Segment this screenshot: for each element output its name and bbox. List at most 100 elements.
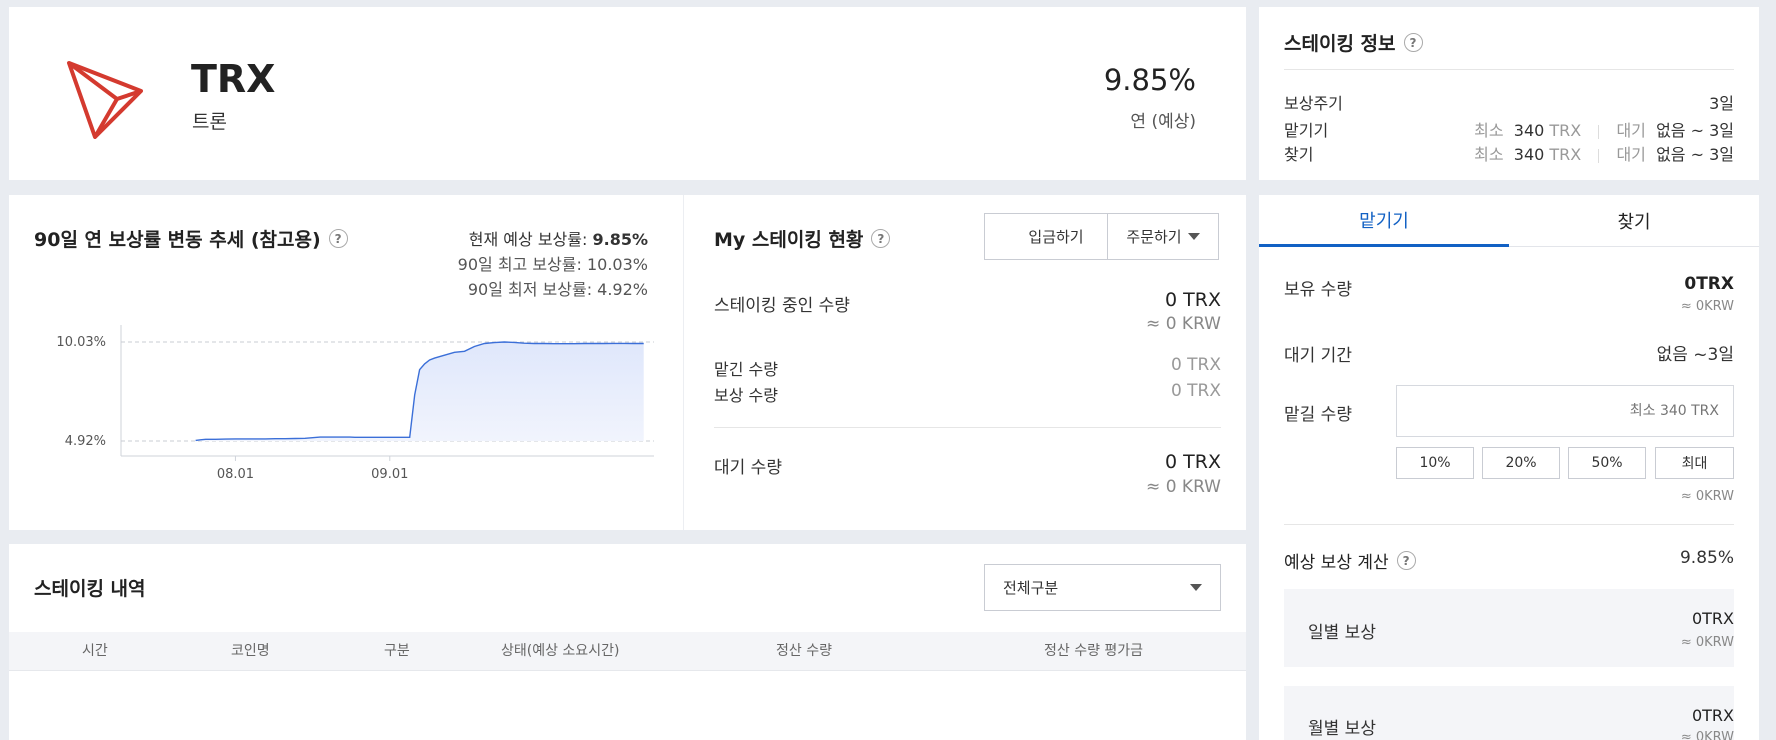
pct-max-label: 최대	[1681, 456, 1708, 472]
min-label: 최소	[1474, 121, 1504, 140]
coin-header: TRX 트론 9.85% 연 (예상)	[9, 7, 1246, 180]
my-staking-title: My 스테이킹 현황	[714, 229, 864, 251]
amount-label: 맡길 수량	[1284, 405, 1352, 425]
reward-value: 0 TRX	[1170, 381, 1221, 401]
trend-min: 90일 최저 보상률: 4.92%	[467, 280, 648, 299]
pct-max-button[interactable]: 최대	[1655, 447, 1734, 479]
order-dropdown-button[interactable]: 주문하기	[1107, 213, 1219, 260]
trend-title: 90일 연 보상률 변동 추세 (참고용)	[34, 229, 321, 251]
help-icon[interactable]: ?	[1403, 33, 1423, 52]
help-icon[interactable]: ?	[1396, 551, 1416, 570]
calc-header: 예상 보상 계산 ?	[1284, 548, 1416, 573]
pct-50-label: 50%	[1591, 455, 1623, 471]
column-settled: 정산 수량	[776, 643, 832, 659]
wait-label: 대기	[1616, 121, 1646, 140]
help-icon[interactable]: ?	[871, 229, 891, 248]
divider	[1598, 148, 1600, 163]
caret-down-icon	[1187, 233, 1200, 240]
x-tick-label: 09.01	[371, 467, 408, 482]
staking-krw: ≈ 0 KRW	[1146, 314, 1221, 334]
coin-rate: 9.85%	[1103, 63, 1196, 97]
order-button-label: 주문하기	[1126, 228, 1182, 246]
min-label: 최소	[1474, 145, 1504, 164]
unstake-conditions: 최소 340 TRX 대기 없음 ~ 3일	[1474, 141, 1734, 165]
column-coin: 코인명	[231, 643, 270, 659]
coin-rate-label: 연 (예상)	[1130, 112, 1196, 132]
tab-unstake-label: 찾기	[1617, 211, 1651, 233]
daily-reward-box: 일별 보상 0TRX ≈ 0KRW	[1284, 589, 1734, 667]
column-status: 상태(예상 소요시간)	[501, 643, 620, 659]
staking-info-panel: 스테이킹 정보 ? 보상주기 3일 맡기기 최소 340 TRX 대기 없음 ~…	[1259, 7, 1759, 180]
pct-10-label: 10%	[1419, 455, 1451, 471]
help-icon[interactable]: ?	[328, 229, 348, 248]
divider	[683, 195, 684, 530]
tab-stake-label: 맡기기	[1359, 210, 1409, 232]
column-time: 시간	[82, 643, 108, 659]
daily-reward-label: 일별 보상	[1308, 623, 1376, 643]
unstake-label: 찾기	[1284, 145, 1314, 164]
rate-trend-chart: 10.03% 4.92% 08.01 09.01	[56, 325, 654, 482]
holding-krw: ≈ 0KRW	[1680, 299, 1734, 314]
cycle-label: 보상주기	[1284, 94, 1343, 113]
monthly-reward-label: 월별 보상	[1308, 719, 1376, 739]
staking-form-panel: 맡기기 찾기 보유 수량 0TRX ≈ 0KRW 대기 기간 없음 ~3일 맡길…	[1259, 195, 1759, 740]
min-amount: 340	[1513, 121, 1545, 140]
stake-label: 맡기기	[1284, 121, 1329, 140]
caret-down-icon	[1190, 584, 1202, 591]
staked-label: 맡긴 수량	[714, 360, 778, 379]
min-amount: 340	[1513, 145, 1545, 164]
pct-50-button[interactable]: 50%	[1568, 447, 1646, 479]
pending-label: 대기 수량	[714, 458, 782, 478]
y-tick-label: 10.03%	[56, 335, 106, 350]
pending-amount: 0 TRX	[1165, 451, 1221, 473]
daily-reward-krw: ≈ 0KRW	[1680, 635, 1734, 650]
calc-rate: 9.85%	[1679, 548, 1734, 568]
amount-krw: ≈ 0KRW	[1680, 489, 1734, 504]
pct-20-label: 20%	[1505, 455, 1537, 471]
daily-reward-value: 0TRX	[1691, 609, 1734, 628]
history-filter-value: 전체구분	[1003, 579, 1059, 597]
current-rate-value: 9.85%	[592, 230, 648, 249]
trend-and-status-panel: 90일 연 보상률 변동 추세 (참고용) ? 현재 예상 보상률: 9.85%…	[9, 195, 1246, 530]
current-rate-label: 현재 예상 보상률:	[468, 230, 593, 249]
trend-header: 90일 연 보상률 변동 추세 (참고용) ?	[34, 225, 348, 252]
divider	[1284, 69, 1734, 70]
x-tick-label: 08.01	[217, 467, 254, 482]
history-title: 스테이킹 내역	[34, 578, 146, 600]
cycle-value: 3일	[1709, 94, 1734, 113]
reward-label: 보상 수량	[714, 386, 778, 405]
staking-label: 스테이킹 중인 수량	[714, 296, 850, 316]
monthly-reward-krw: ≈ 0KRW	[1680, 730, 1734, 740]
wait-label: 대기	[1616, 145, 1646, 164]
divider	[714, 427, 1221, 428]
holding-value: 0TRX	[1684, 274, 1734, 294]
my-staking-header: My 스테이킹 현황 ?	[714, 225, 891, 252]
wait-value: 없음 ~ 3일	[1656, 121, 1734, 140]
calc-label: 예상 보상 계산	[1284, 553, 1389, 573]
y-tick-label: 4.92%	[65, 434, 106, 449]
min-unit: TRX	[1549, 121, 1582, 140]
pct-10-button[interactable]: 10%	[1396, 447, 1474, 479]
staking-amount: 0 TRX	[1165, 289, 1221, 311]
column-type: 구분	[384, 643, 410, 659]
trend-max: 90일 최고 보상률: 10.03%	[457, 255, 648, 274]
wait-period-value: 없음 ~3일	[1656, 345, 1734, 365]
tab-unstake[interactable]: 찾기	[1509, 195, 1759, 247]
stake-conditions: 최소 340 TRX 대기 없음 ~ 3일	[1474, 117, 1734, 141]
holding-label: 보유 수량	[1284, 280, 1352, 300]
min-unit: TRX	[1549, 145, 1582, 164]
trend-current: 현재 예상 보상률: 9.85%	[469, 226, 648, 250]
staking-info-title: 스테이킹 정보	[1284, 33, 1396, 55]
pct-20-button[interactable]: 20%	[1482, 447, 1560, 479]
history-filter-select[interactable]: 전체구분	[984, 564, 1221, 611]
stake-amount-input[interactable]	[1396, 385, 1734, 437]
monthly-reward-value: 0TRX	[1691, 706, 1734, 725]
coin-name: 트론	[192, 111, 227, 133]
tab-stake[interactable]: 맡기기	[1259, 195, 1509, 247]
deposit-button-label: 입금하기	[1028, 228, 1084, 246]
staked-value: 0 TRX	[1170, 355, 1221, 375]
wait-period-label: 대기 기간	[1284, 346, 1352, 366]
tron-logo-icon	[67, 61, 143, 139]
column-settled-value: 정산 수량 평가금	[1044, 643, 1144, 659]
monthly-reward-box: 월별 보상 0TRX ≈ 0KRW	[1284, 686, 1734, 740]
